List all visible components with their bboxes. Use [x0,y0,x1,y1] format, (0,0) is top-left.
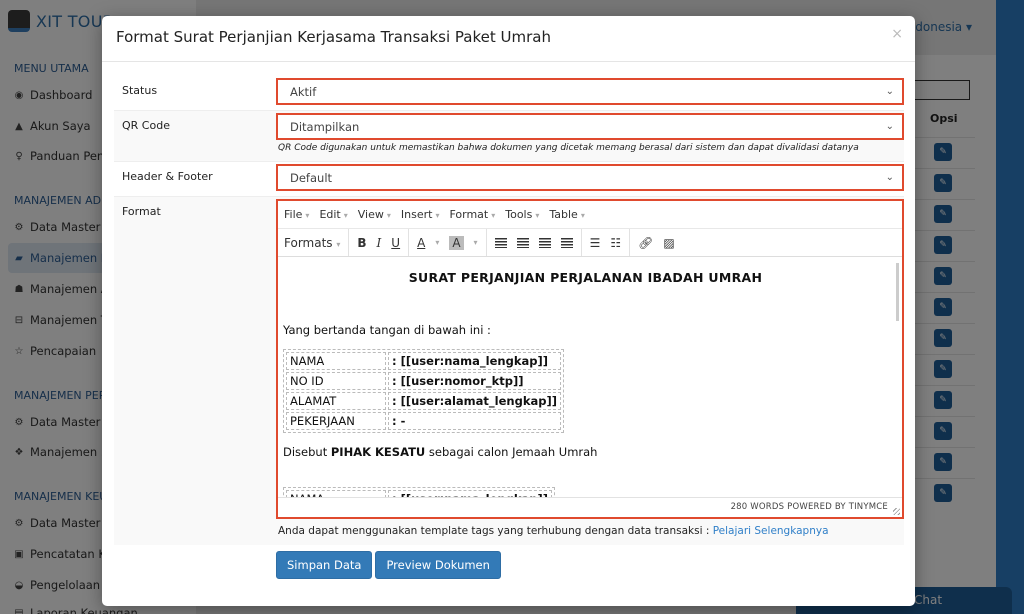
align-left-icon[interactable] [494,237,507,248]
caret-down-icon: ▾ [386,211,391,220]
menu-view[interactable]: View ▾ [358,208,391,221]
bullet-list-icon[interactable]: ☷ [610,236,621,250]
caret-down-icon: ▾ [580,211,585,220]
caret-down-icon: ▾ [435,211,440,220]
menu-label: View [357,208,384,221]
learn-more-link[interactable]: Pelajari Selengkapnya [713,525,829,537]
caret-down-icon: ▾ [305,211,310,220]
formats-dropdown[interactable]: Formats ▾ [284,236,340,250]
qr-code-select[interactable]: Ditampilkan ⌄ [276,113,904,140]
image-icon[interactable]: ▨ [663,236,674,250]
template-hint: Anda dapat menggunakan template tags yan… [276,519,904,543]
modal-title: Format Surat Perjanjian Kerjasama Transa… [116,28,551,46]
party1-table: NAMA: [[user:nama_lengkap]] NO ID: [[use… [283,349,564,433]
format-row: Format File ▾ Edit ▾ View ▾ Insert ▾ Format ▾… [114,196,904,545]
chevron-down-icon: ⌄ [885,121,894,132]
caret-down-icon: ▾ [336,239,341,249]
text: Disebut [283,445,331,459]
table-cell: : - [388,412,561,430]
caret-down-icon: ▾ [343,211,348,220]
table-cell: NO ID [286,372,386,390]
intro-paragraph: Yang bertanda tangan di bawah ini : [283,323,491,337]
menu-label: File [284,208,303,221]
align-center-icon[interactable] [516,237,529,248]
bold-text: PIHAK KESATU [330,445,426,459]
preview-button[interactable]: Preview Dokumen [375,551,501,579]
status-row: Status Aktif ⌄ [114,76,904,107]
italic-button[interactable]: I [377,236,382,250]
table-cell: NAMA [286,352,386,370]
menu-edit[interactable]: Edit ▾ [319,208,347,221]
editor-scrollbar[interactable] [896,263,899,321]
numbered-list-icon[interactable]: ☰ [590,236,601,250]
caret-down-icon: ▾ [535,211,540,220]
bold-button[interactable]: B [357,236,366,250]
menu-file[interactable]: File ▾ [284,208,309,221]
resize-handle-icon[interactable] [893,508,900,515]
editor-toolbar: Formats ▾ B I U A ▾ A ▾ ☰ ☷ 🔗︎ ▨ [278,229,902,257]
link-icon[interactable]: 🔗︎ [638,236,653,250]
modal-actions: Simpan Data Preview Dokumen [276,551,501,579]
menu-table[interactable]: Table ▾ [549,208,584,221]
table-cell: : [[user:nama_lengkap]] [388,352,561,370]
editor-statusbar: 280 WORDS POWERED BY TINYMCE [278,497,902,517]
text: sebagai calon Jemaah Umrah [425,445,598,459]
menu-insert[interactable]: Insert ▾ [401,208,440,221]
hint-text: Anda dapat menggunakan template tags yan… [278,525,713,537]
table-row: PEKERJAAN: - [286,412,561,430]
formats-label: Formats [284,235,333,250]
editor-content[interactable]: SURAT PERJANJIAN PERJALANAN IBADAH UMRAH… [278,258,902,497]
align-right-icon[interactable] [538,237,551,248]
menu-label: Table [549,208,578,221]
qr-code-label: QR Code [122,119,170,132]
qr-code-help: QR Code digunakan untuk memastikan bahwa… [278,143,859,153]
party1-paragraph: Disebut PIHAK KESATU sebagai calon Jemaa… [283,445,888,459]
table-cell: : [[user:nomor_ktp]] [388,372,561,390]
header-footer-row: Header & Footer Default ⌄ [114,161,904,193]
menu-format[interactable]: Format ▾ [449,208,495,221]
format-modal: Format Surat Perjanjian Kerjasama Transa… [102,16,915,606]
status-value: Aktif [290,84,317,99]
table-cell: ALAMAT [286,392,386,410]
menu-label: Format [449,208,489,221]
format-form: Status Aktif ⌄ QR Code Ditampilkan ⌄ QR … [114,76,904,545]
editor-menubar: File ▾ Edit ▾ View ▾ Insert ▾ Format ▾ Tools ▾… [278,201,902,229]
table-cell: NAMA [286,490,386,497]
underline-button[interactable]: U [391,236,400,250]
font-color-button[interactable]: A [417,236,425,250]
status-label: Status [122,84,158,97]
document-title: SURAT PERJANJIAN PERJALANAN IBADAH UMRAH [408,270,763,285]
align-justify-icon[interactable] [560,237,573,248]
table-row: ALAMAT: [[user:alamat_lengkap]] [286,392,561,410]
qr-code-row: QR Code Ditampilkan ⌄ QR Code digunakan … [114,110,904,161]
caret-down-icon[interactable]: ▾ [474,238,478,247]
table-row: NO ID: [[user:nomor_ktp]] [286,372,561,390]
rich-text-editor: File ▾ Edit ▾ View ▾ Insert ▾ Format ▾ Tools ▾… [276,199,904,519]
table-cell: : [[user:nama_lengkap]] [388,490,552,497]
party2-table: NAMA: [[user:nama_lengkap]] [283,487,555,497]
menu-label: Edit [319,208,341,221]
chevron-down-icon: ⌄ [885,86,894,97]
background-color-button[interactable]: A [449,235,464,250]
table-cell: PEKERJAAN [286,412,386,430]
format-label: Format [122,205,161,218]
save-button[interactable]: Simpan Data [276,551,373,579]
caret-down-icon: ▾ [491,211,496,220]
header-footer-value: Default [290,170,333,185]
modal-header: Format Surat Perjanjian Kerjasama Transa… [102,16,915,62]
header-footer-label: Header & Footer [122,170,213,183]
caret-down-icon[interactable]: ▾ [435,238,439,247]
close-icon[interactable]: × [891,26,903,42]
status-select[interactable]: Aktif ⌄ [276,78,904,105]
table-cell: : [[user:alamat_lengkap]] [388,392,561,410]
qr-code-value: Ditampilkan [290,119,360,134]
table-row: NAMA: [[user:nama_lengkap]] [286,352,561,370]
menu-label: Tools [505,208,533,221]
chevron-down-icon: ⌄ [885,172,894,183]
menu-tools[interactable]: Tools ▾ [505,208,539,221]
menu-label: Insert [400,208,433,221]
table-row: NAMA: [[user:nama_lengkap]] [286,490,552,497]
header-footer-select[interactable]: Default ⌄ [276,164,904,191]
